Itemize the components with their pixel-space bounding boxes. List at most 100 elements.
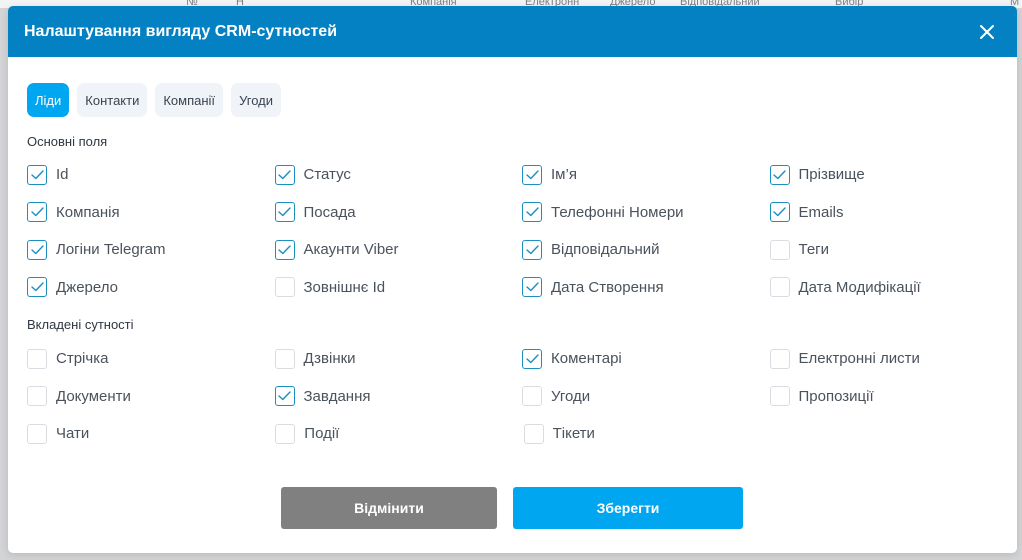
checkbox-option[interactable]: Компанія [27,202,275,223]
checkbox-option[interactable]: Ім’я [522,164,770,185]
checkbox-option[interactable]: Телефонні Номери [522,202,770,223]
checkbox[interactable] [27,386,47,407]
nested-entities-heading: Вкладені сутності [27,317,134,332]
checkbox-option[interactable]: Посада [274,202,523,223]
checkbox[interactable] [274,277,295,298]
checkbox-option[interactable]: Тікети [523,423,772,444]
tab-contacts[interactable]: Контакти [77,83,148,117]
checkbox[interactable] [522,348,542,369]
tab-leads[interactable]: Ліди [27,83,70,117]
checkbox-option[interactable]: Id [27,164,275,185]
save-button[interactable]: Зберегти [513,487,743,529]
checkbox[interactable] [27,348,47,369]
check-icon [525,245,539,254]
check-icon [525,282,539,292]
checkbox[interactable] [274,202,295,223]
checkbox-label: Дата Створення [551,278,664,296]
checkbox-label: Статус [303,166,351,184]
check-icon [30,282,44,292]
checkbox-row: Документи Завдання Угоди Пропозиції [27,378,1017,416]
checkbox-label: Джерело [56,278,118,296]
checkbox[interactable] [769,277,790,298]
checkbox-option[interactable]: Статус [274,164,523,185]
check-icon [773,170,786,179]
checkbox[interactable] [275,423,296,444]
check-icon [30,207,44,217]
modal-title: Налаштування вигляду CRM-сутностей [24,22,338,40]
checkbox-label: Електронні листи [798,350,920,368]
checkbox-label: Ім’я [551,166,577,184]
checkbox-label: Тікети [552,425,595,443]
check-icon [525,170,539,179]
checkbox[interactable] [522,202,542,223]
check-icon [525,207,539,217]
check-icon [773,207,786,217]
checkbox[interactable] [769,239,790,260]
checkbox-label: Прізвище [798,166,865,184]
checkbox-row: Компанія Посада Телефонні Номери Emails [27,194,1017,232]
checkbox[interactable] [27,239,47,260]
checkbox-label: Id [56,166,69,184]
checkbox[interactable] [274,348,295,369]
check-icon [30,170,44,179]
checkbox[interactable] [769,348,790,369]
checkbox[interactable] [522,277,542,298]
checkbox-label: Компанія [56,203,120,221]
checkbox-option[interactable]: Електронні листи [769,348,1018,369]
check-icon [30,245,44,254]
checkbox[interactable] [523,423,544,444]
checkbox-label: Чати [56,425,90,443]
checkbox-option[interactable]: Завдання [274,386,523,407]
crm-settings-modal: Налаштування вигляду CRM-сутностей Ліди … [8,6,1017,553]
checkbox-option[interactable]: Джерело [27,277,275,298]
main-fields-heading: Основні поля [27,134,108,149]
checkbox-option[interactable]: Emails [769,202,1018,223]
checkbox-option[interactable]: Акаунти Viber [274,239,523,260]
check-icon [278,391,291,401]
checkbox-label: Зовнішнє Id [303,278,386,296]
checkbox-option[interactable]: Дата Створення [522,277,770,298]
checkbox-label: Emails [798,203,844,221]
checkbox-label: Завдання [303,387,371,405]
checkbox-label: Посада [303,203,356,221]
main-fields-grid: Id Статус Ім’я Прізвище Компанія Посада Телефо… [27,156,1017,306]
checkbox[interactable] [274,239,295,260]
checkbox-option[interactable]: Події [275,423,523,444]
checkbox[interactable] [27,277,47,298]
tab-deals[interactable]: Угоди [231,83,281,117]
checkbox-option[interactable]: Пропозиції [769,386,1018,407]
checkbox[interactable] [27,423,47,444]
close-icon[interactable] [979,24,995,40]
checkbox[interactable] [274,386,295,407]
tab-companies[interactable]: Компанії [155,83,224,117]
cancel-button[interactable]: Відмінити [281,487,497,529]
checkbox-label: Акаунти Viber [303,241,399,259]
checkbox-label: Дзвінки [303,350,356,368]
checkbox-label: Документи [56,387,131,405]
checkbox-option[interactable]: Відповідальний [522,239,770,260]
checkbox-option[interactable]: Чати [27,423,275,444]
checkbox[interactable] [522,239,542,260]
checkbox-option[interactable]: Зовнішнє Id [274,277,523,298]
checkbox-option[interactable]: Прізвище [769,164,1018,185]
checkbox-option[interactable]: Стрічка [27,348,275,369]
checkbox-label: Стрічка [56,350,109,368]
checkbox-option[interactable]: Дзвінки [274,348,523,369]
checkbox[interactable] [27,202,47,223]
checkbox[interactable] [769,386,790,407]
checkbox[interactable] [769,164,790,185]
checkbox[interactable] [769,202,790,223]
checkbox-row: Стрічка Дзвінки Коментарі Електронні листи [27,340,1017,378]
checkbox[interactable] [274,164,295,185]
checkbox-option[interactable]: Теги [769,239,1018,260]
checkbox-option[interactable]: Документи [27,386,275,407]
checkbox-label: Події [304,425,340,443]
checkbox[interactable] [522,386,542,407]
checkbox-option[interactable]: Угоди [522,386,770,407]
checkbox[interactable] [522,164,542,185]
checkbox-option[interactable]: Дата Модифікації [769,277,1018,298]
checkbox-option[interactable]: Логіни Telegram [27,239,275,260]
checkbox-option[interactable]: Коментарі [522,348,770,369]
checkbox[interactable] [27,164,47,185]
checkbox-row: Логіни Telegram Акаунти Viber Відповідальн… [27,231,1017,269]
